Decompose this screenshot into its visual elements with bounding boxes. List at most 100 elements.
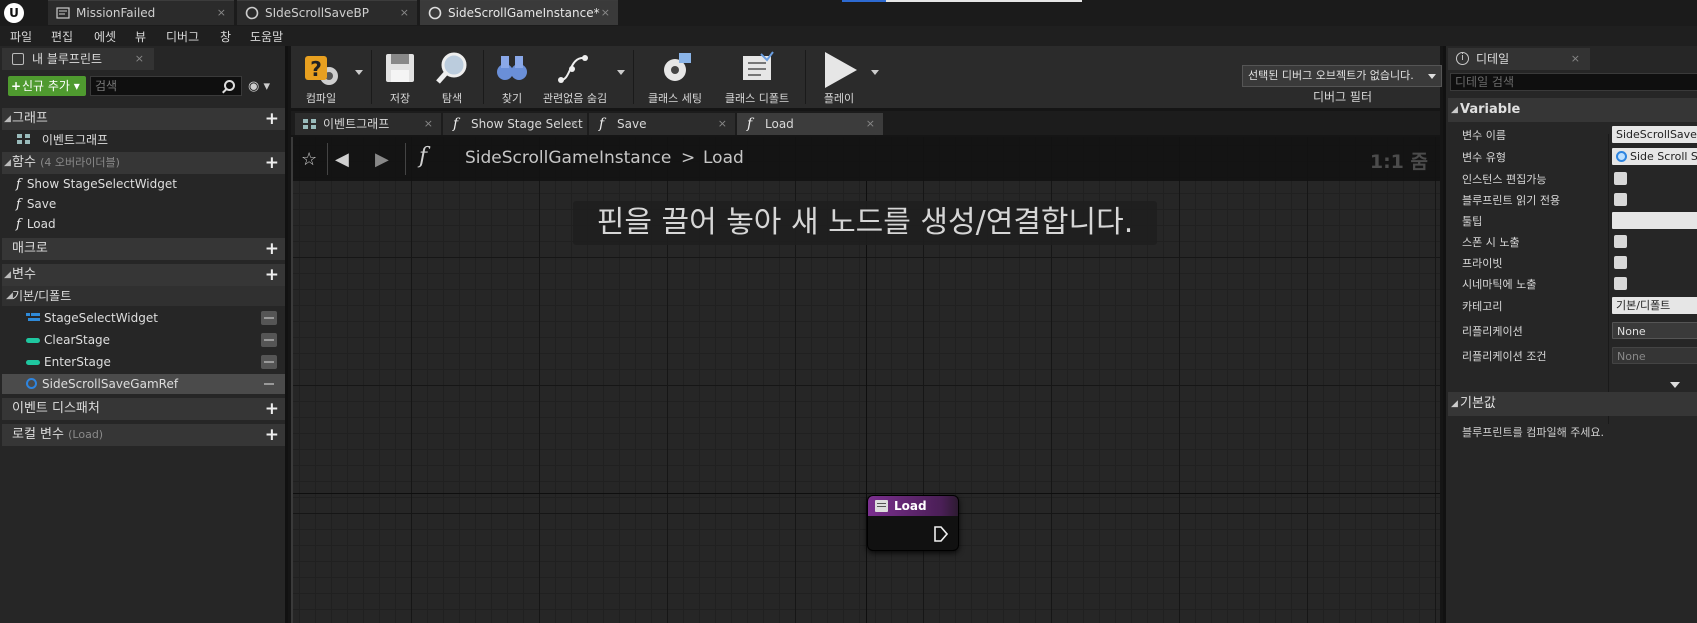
node-header[interactable]: Load [868, 496, 958, 516]
add-local-variable-icon[interactable]: + [265, 424, 279, 446]
graph-tab-event-graph[interactable]: 이벤트그래프 × [295, 113, 441, 135]
save-button[interactable]: 저장 [375, 46, 425, 108]
graph-tab-load[interactable]: f Load × [737, 113, 883, 135]
section-variable[interactable]: ◢ Variable [1448, 98, 1697, 122]
add-variable-icon[interactable]: + [265, 264, 279, 286]
collapse-arrow-icon[interactable]: ◢ [1451, 392, 1458, 416]
visibility-eye-closed-icon[interactable] [261, 377, 277, 391]
details-tab[interactable]: i 디테일 × [1448, 48, 1590, 70]
my-blueprint-tab[interactable]: 내 블루프린트 × [2, 48, 154, 70]
find-button[interactable]: 찾기 [487, 46, 537, 108]
list-item-event-graph[interactable]: 이벤트그래프 [2, 130, 285, 150]
search-icon[interactable] [224, 80, 235, 91]
close-icon[interactable]: × [400, 1, 409, 25]
close-icon[interactable]: × [866, 113, 875, 135]
close-icon[interactable]: × [570, 113, 579, 135]
list-item-variable[interactable]: ClearStage [2, 330, 285, 350]
doc-tab-sidescrollgameinstance[interactable]: SideScrollGameInstance* × [420, 0, 618, 25]
doc-tab-sidescrollsavebp[interactable]: SIdeScrollSaveBP × [237, 0, 417, 25]
expose-on-spawn-checkbox[interactable] [1614, 235, 1627, 248]
compile-button[interactable]: ? 컴파일 [291, 46, 351, 108]
private-checkbox[interactable] [1614, 256, 1627, 269]
list-item-function[interactable]: f Load [2, 214, 285, 234]
collapse-arrow-icon[interactable]: ◢ [4, 152, 11, 174]
unreal-logo-icon[interactable]: U [4, 3, 24, 23]
variable-category-default[interactable]: ◢ 기본/디폴트 [2, 286, 285, 306]
graph-tab-save[interactable]: f Save × [589, 113, 735, 135]
bp-read-only-checkbox[interactable] [1614, 193, 1627, 206]
debug-object-select[interactable]: 선택된 디버그 오브젝트가 없습니다. [1242, 65, 1442, 87]
details-search-input[interactable] [1455, 75, 1695, 89]
graph-tab-show-stage-select[interactable]: f Show Stage Select × [443, 113, 587, 135]
graph-editor-canvas[interactable]: ☆ ◀ ▶ f SideScrollGameInstance > Load 1:… [291, 137, 1440, 623]
add-event-dispatcher-icon[interactable]: + [265, 398, 279, 420]
doc-tab-missionfailed[interactable]: MissionFailed × [48, 0, 234, 25]
menu-file[interactable]: 파일 [10, 28, 32, 45]
collapse-arrow-icon[interactable]: ◢ [1451, 98, 1458, 122]
expose-cinematics-checkbox[interactable] [1614, 277, 1627, 290]
menu-view[interactable]: 뷰 [135, 28, 146, 45]
close-icon[interactable]: × [1571, 48, 1580, 70]
section-variables[interactable]: ◢ 변수 + [2, 264, 285, 286]
back-arrow-icon[interactable]: ◀ [335, 149, 349, 170]
breadcrumb-leaf[interactable]: Load [703, 148, 744, 168]
collapse-arrow-icon[interactable]: ◢ [4, 264, 11, 286]
tooltip-field[interactable] [1612, 212, 1697, 229]
hide-unrelated-caret-icon[interactable] [617, 70, 625, 75]
visibility-eye-icon[interactable] [261, 355, 277, 369]
class-defaults-button[interactable]: 클래스 디폴트 [715, 46, 799, 108]
compile-options-caret-icon[interactable] [355, 70, 363, 75]
play-button[interactable]: 플레이 [809, 46, 869, 108]
play-options-caret-icon[interactable] [871, 70, 879, 75]
variable-type-picker[interactable]: Side Scroll Sa [1612, 148, 1697, 165]
list-item-variable[interactable]: StageSelectWidget [2, 308, 285, 328]
menu-debug[interactable]: 디버그 [166, 28, 199, 45]
section-graphs[interactable]: ◢ 그래프 + [2, 108, 285, 130]
visibility-eye-icon[interactable] [261, 333, 277, 347]
add-function-icon[interactable]: + [265, 152, 279, 174]
add-new-button[interactable]: + 신규 추가 ▾ [8, 76, 86, 96]
view-options-eye-icon[interactable]: ◉ ▾ [248, 79, 274, 94]
hide-unrelated-button[interactable]: 관련없음 숨김 [539, 46, 611, 108]
breadcrumb-root[interactable]: SideScrollGameInstance [465, 148, 671, 168]
section-functions[interactable]: ◢ 함수 (4 오버라이더블) + [2, 152, 285, 174]
list-item-function[interactable]: f Save [2, 194, 285, 214]
menu-asset[interactable]: 에셋 [94, 28, 116, 45]
replication-select[interactable]: None [1612, 322, 1697, 339]
add-graph-icon[interactable]: + [265, 108, 279, 130]
favorite-star-icon[interactable]: ☆ [301, 149, 317, 170]
function-entry-node-load[interactable]: Load [867, 495, 959, 551]
blueprint-search-input[interactable] [95, 78, 215, 94]
blueprint-search-box[interactable] [90, 76, 242, 96]
category-combo[interactable]: 기본/디폴트 [1612, 297, 1697, 314]
advanced-properties-caret-icon[interactable] [1670, 382, 1680, 388]
visibility-eye-icon[interactable] [261, 311, 277, 325]
close-icon[interactable]: × [424, 113, 433, 135]
list-item-variable[interactable]: EnterStage [2, 352, 285, 372]
menu-window[interactable]: 창 [220, 28, 231, 45]
instance-editable-checkbox[interactable] [1614, 172, 1627, 185]
menu-help[interactable]: 도움말 [250, 28, 283, 45]
add-macro-icon[interactable]: + [265, 238, 279, 260]
browse-button[interactable]: 탐색 [427, 46, 477, 108]
function-icon: f [16, 197, 21, 212]
exec-output-pin-icon[interactable] [934, 526, 948, 542]
menu-edit[interactable]: 편집 [51, 28, 73, 45]
close-icon[interactable]: × [601, 1, 610, 25]
variable-name-field[interactable]: SideScrollSaveG [1612, 126, 1697, 143]
compile-label: 컴파일 [305, 92, 337, 105]
list-item-function[interactable]: f Show StageSelectWidget [2, 174, 285, 194]
class-settings-button[interactable]: 클래스 세팅 [637, 46, 713, 108]
section-local-variables[interactable]: 로컬 변수 (Load) + [2, 424, 285, 446]
collapse-arrow-icon[interactable]: ◢ [4, 108, 11, 130]
list-item-variable-selected[interactable]: SideScrollSaveGamRef [2, 374, 285, 394]
close-icon[interactable]: × [217, 1, 226, 25]
section-event-dispatchers[interactable]: 이벤트 디스패처 + [2, 398, 285, 420]
details-search-box[interactable] [1450, 73, 1697, 91]
forward-arrow-icon[interactable]: ▶ [375, 149, 389, 170]
close-icon[interactable]: × [718, 113, 727, 135]
section-default-value[interactable]: ◢ 기본값 [1448, 392, 1697, 416]
collapse-arrow-icon[interactable]: ◢ [6, 286, 13, 306]
section-macros[interactable]: 매크로 + [2, 238, 285, 260]
close-icon[interactable]: × [135, 48, 144, 70]
